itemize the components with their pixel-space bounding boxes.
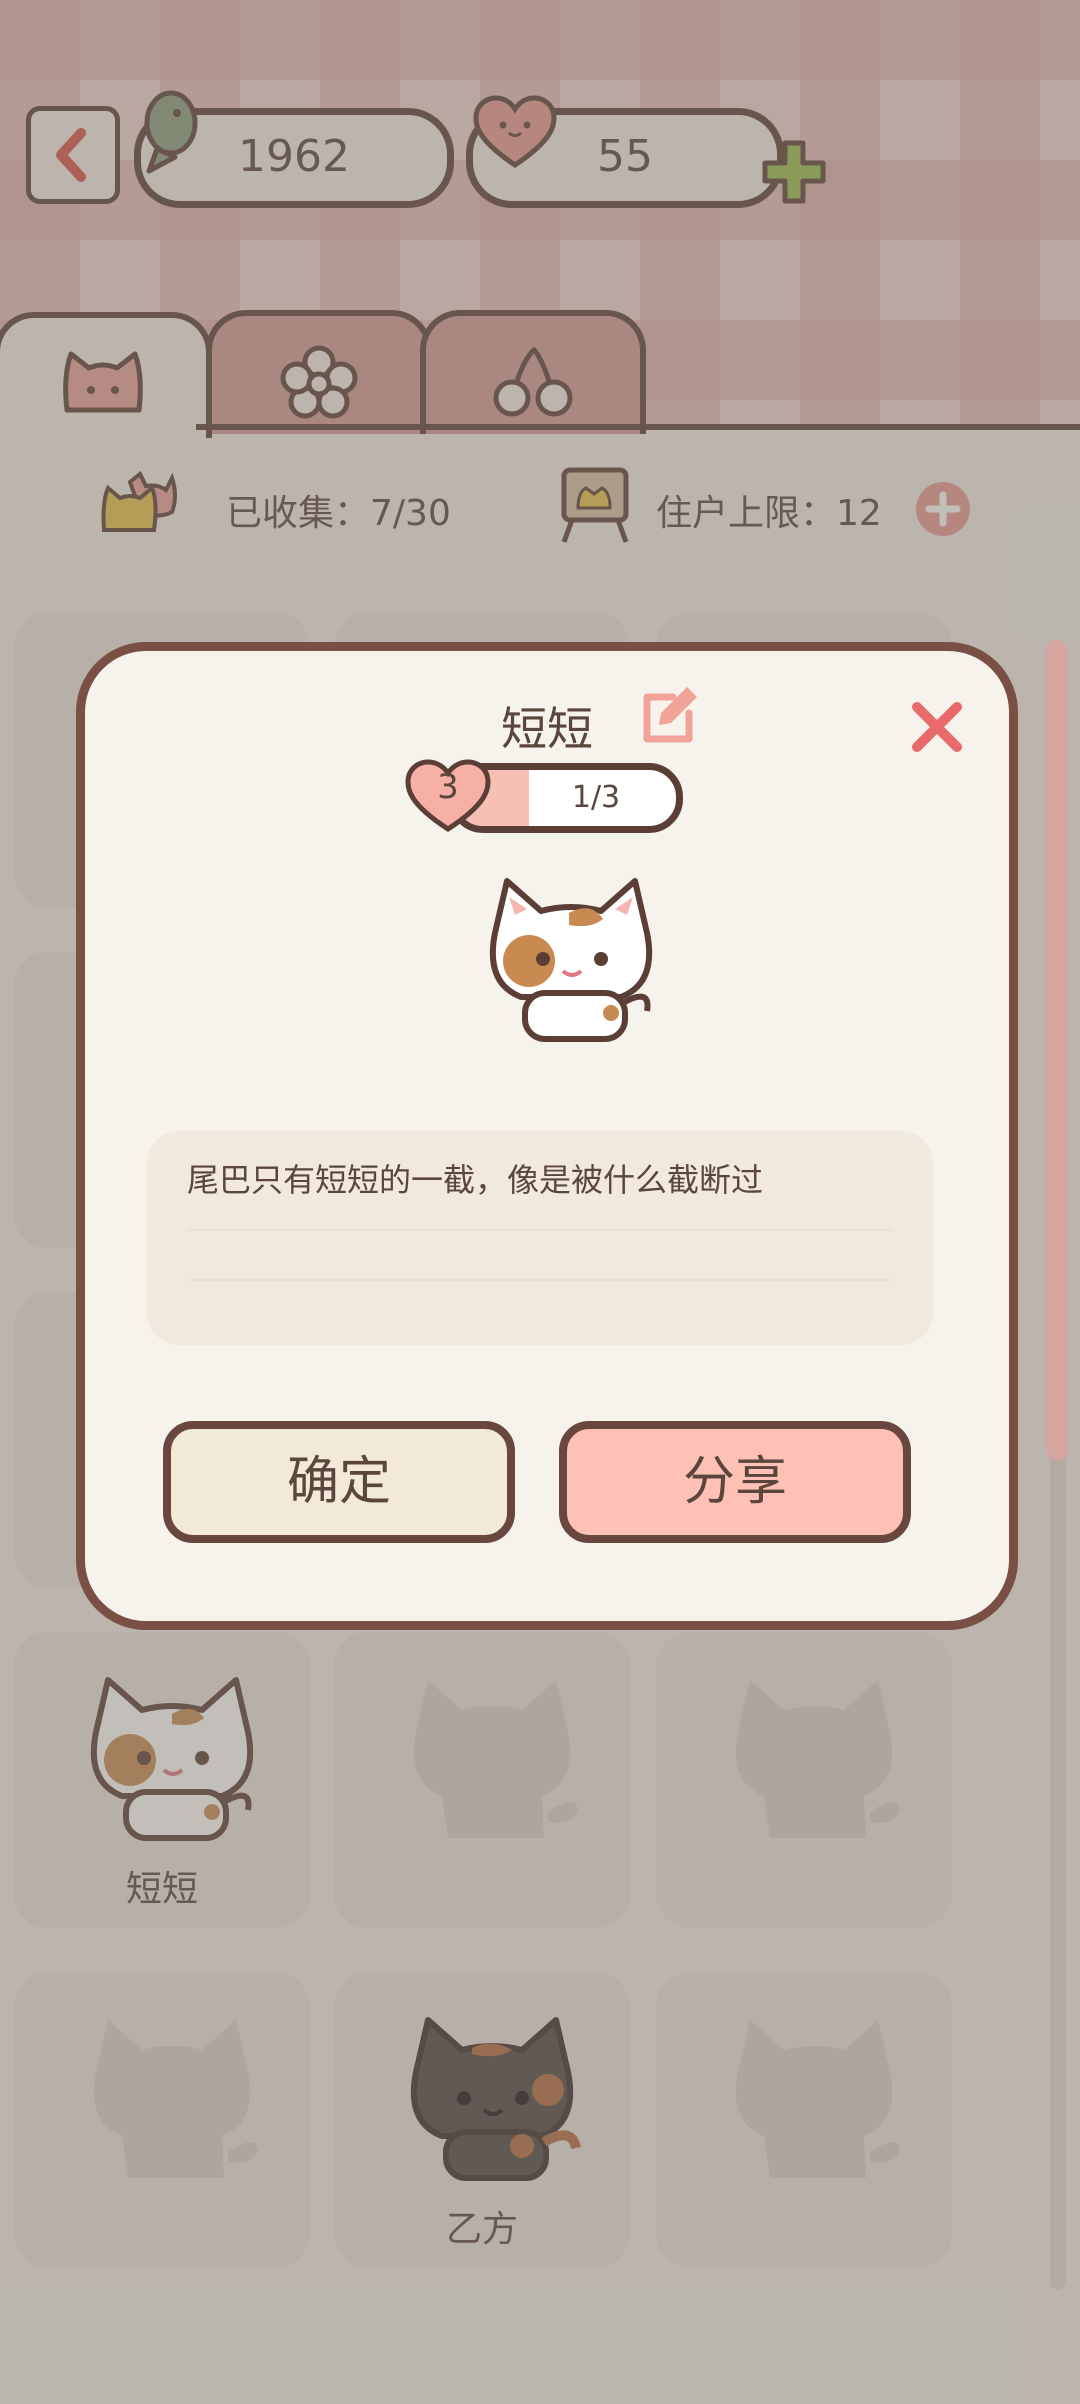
share-button[interactable]: 分享 [559, 1421, 911, 1543]
confirm-button[interactable]: 确定 [163, 1421, 515, 1543]
cat-description: 尾巴只有短短的一截，像是被什么截断过 [187, 1161, 764, 1199]
cat-description-box: 尾巴只有短短的一截，像是被什么截断过 [147, 1131, 933, 1345]
friendship-progress-text: 1/3 [571, 780, 621, 815]
calico-cat-portrait-icon [489, 878, 653, 1042]
cat-name-title: 短短 [501, 702, 593, 756]
scrollbar-thumb[interactable] [1046, 640, 1068, 1460]
close-icon[interactable] [909, 699, 965, 755]
cat-detail-dialog: 短短 1/3 3 尾巴只有短短的一截，像是被什么截断过 确定 分享 [76, 642, 1018, 1630]
level-number: 3 [437, 767, 459, 807]
edit-name-icon[interactable] [637, 681, 703, 747]
description-rule [187, 1229, 893, 1231]
description-rule [187, 1279, 893, 1281]
